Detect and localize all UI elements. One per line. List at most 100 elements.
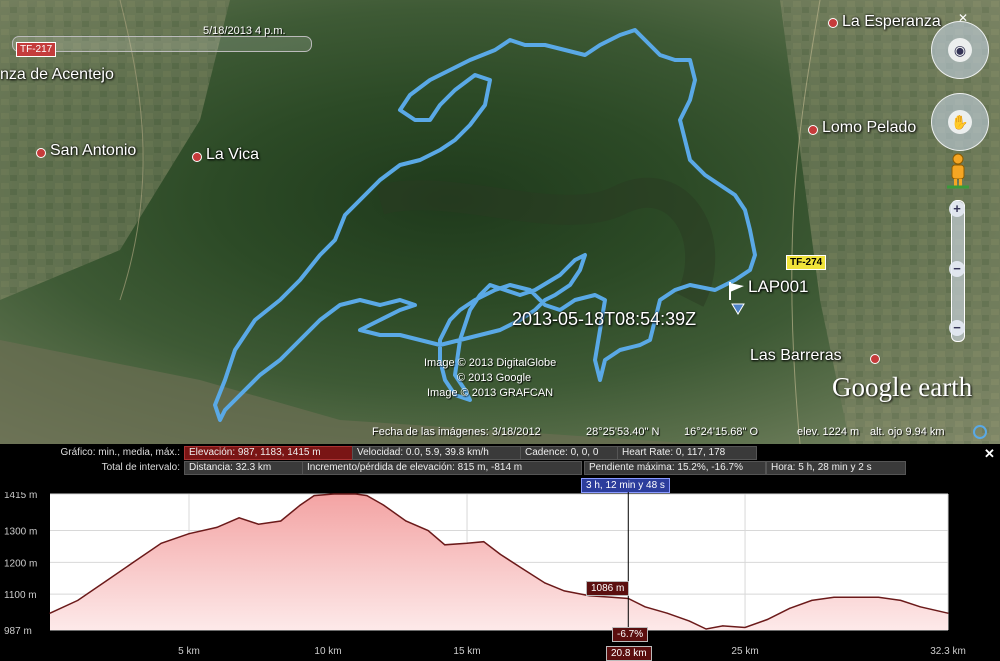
place-pin-icon[interactable] bbox=[828, 18, 838, 28]
y-tick-label: 987 m bbox=[4, 626, 32, 637]
lap-label: LAP001 bbox=[748, 277, 809, 296]
road-shield-tf217: TF-217 bbox=[16, 42, 57, 57]
cursor-elevation-badge: 1086 m bbox=[586, 581, 630, 596]
metric-speed[interactable]: Velocidad: 0.0, 5.9, 39.8 km/h bbox=[352, 446, 522, 460]
x-tick-label: 25 km bbox=[731, 646, 758, 657]
elevation-point bbox=[544, 582, 546, 584]
elevation-point bbox=[722, 625, 724, 627]
loading-status-icon bbox=[973, 425, 987, 439]
place-pin-icon[interactable] bbox=[192, 152, 202, 162]
place-pin-icon[interactable] bbox=[808, 125, 818, 135]
total-max-slope: Pendiente máxima: 15.2%, -16.7% bbox=[584, 461, 766, 475]
elevation-chart[interactable]: 1415 m 1300 m 1200 m 1100 m 987 m 5 km 10 km 15… bbox=[0, 492, 1000, 661]
credit-google: © 2013 Google bbox=[457, 372, 532, 384]
elevation-point bbox=[811, 599, 813, 602]
place-label-lomo-pelado[interactable]: Lomo Pelado bbox=[822, 119, 916, 137]
elevation-point bbox=[280, 520, 282, 522]
elevation-point bbox=[563, 590, 565, 592]
longitude-readout: 16°24'15.68" O bbox=[684, 426, 759, 438]
place-label-las-barreras[interactable]: Las Barreras bbox=[750, 347, 842, 365]
x-tick-label: 15 km bbox=[453, 646, 480, 657]
total-distance: Distancia: 32.3 km bbox=[184, 461, 304, 475]
close-profile-icon[interactable]: ✕ bbox=[984, 446, 995, 462]
y-tick-label: 1100 m bbox=[4, 590, 37, 601]
elevation-point bbox=[766, 618, 768, 621]
cursor-time-badge: 3 h, 12 min y 48 s bbox=[581, 478, 670, 493]
elevation-point bbox=[900, 599, 902, 602]
x-tick-label: 5 km bbox=[178, 646, 200, 657]
metric-elevation[interactable]: Elevación: 987, 1183, 1415 m bbox=[184, 446, 354, 460]
eye-altitude-readout: alt. ojo 9.94 km bbox=[870, 426, 945, 438]
elevation-point bbox=[405, 520, 407, 522]
elevation-point bbox=[366, 494, 368, 497]
place-label-la-esperanza[interactable]: La Esperanza bbox=[842, 13, 941, 31]
latitude-readout: 28°25'53.40" N bbox=[586, 426, 660, 438]
cursor-slope-badge: -6.7% bbox=[612, 627, 649, 642]
place-label-san-antonio[interactable]: San Antonio bbox=[50, 142, 136, 160]
zoom-in-icon[interactable]: + bbox=[949, 201, 965, 217]
zoom-out-icon[interactable]: − bbox=[949, 320, 965, 336]
elevation-point bbox=[855, 596, 857, 598]
lap-flag-icon[interactable] bbox=[726, 280, 748, 316]
move-navigation-ring[interactable]: ✋ bbox=[931, 93, 989, 151]
metric-heart-rate[interactable]: Heart Rate: 0, 117, 178 bbox=[617, 446, 757, 460]
elevation-point bbox=[313, 494, 315, 497]
elevation-point bbox=[238, 517, 240, 519]
elevation-point bbox=[877, 596, 880, 598]
elevation-point bbox=[919, 606, 921, 608]
elevation-point bbox=[483, 541, 485, 543]
elevation-point bbox=[132, 561, 135, 563]
y-tick-label: 1200 m bbox=[4, 558, 37, 569]
metric-cadence[interactable]: Cadence: 0, 0, 0 bbox=[520, 446, 620, 460]
elevation-point bbox=[77, 599, 79, 602]
elevation-point bbox=[444, 544, 446, 546]
elevation-point bbox=[744, 626, 746, 629]
row-label-interval: Total de intervalo: bbox=[101, 462, 180, 473]
zoom-handle[interactable]: − bbox=[949, 261, 965, 277]
cursor-distance-badge: 20.8 km bbox=[606, 646, 652, 661]
street-view-pegman-icon[interactable] bbox=[947, 153, 969, 189]
credit-digitalglobe: Image © 2013 DigitalGlobe bbox=[424, 357, 557, 369]
elevation-profile-panel: ✕ Gráfico: min., media, máx.: Total de i… bbox=[0, 444, 1000, 661]
elevation-point bbox=[466, 542, 468, 544]
elevation-point bbox=[644, 606, 646, 608]
place-pin-icon[interactable] bbox=[870, 354, 880, 364]
hand-icon[interactable]: ✋ bbox=[948, 110, 972, 134]
elevation-point bbox=[257, 523, 260, 525]
elevation-point bbox=[688, 620, 691, 622]
elevation-point bbox=[833, 596, 835, 598]
elevation-point bbox=[160, 542, 162, 544]
total-time: Hora: 5 h, 28 min y 2 s bbox=[766, 461, 906, 475]
elevation-point bbox=[383, 504, 385, 506]
y-tick-label: 1415 m bbox=[4, 492, 37, 501]
place-label-la-vica[interactable]: La Vica bbox=[206, 146, 259, 164]
track-timestamp-label: 2013-05-18T08:54:39Z bbox=[512, 309, 697, 329]
credit-grafcan: Image © 2013 GRAFCAN bbox=[427, 387, 554, 399]
elevation-point bbox=[788, 607, 791, 609]
row-label-graph: Gráfico: min., media, máx.: bbox=[60, 447, 180, 458]
google-earth-logo: Google earth bbox=[832, 372, 973, 402]
elevation-point bbox=[705, 628, 707, 630]
elevation-point bbox=[49, 612, 51, 614]
elevation-point bbox=[299, 504, 301, 506]
close-icon[interactable]: ✕ bbox=[956, 11, 970, 25]
elevation-point bbox=[105, 580, 107, 582]
elevation-point bbox=[332, 493, 335, 495]
elevation-point bbox=[216, 526, 218, 528]
elevation-point bbox=[188, 533, 190, 535]
y-tick-label: 1300 m bbox=[4, 527, 37, 538]
total-elevation-gain: Incremento/pérdida de elevación: 815 m, … bbox=[302, 461, 582, 475]
x-tick-label: 10 km bbox=[314, 646, 341, 657]
elevation-point bbox=[427, 529, 429, 532]
time-slider[interactable]: 5/18/2013 4 p.m. bbox=[12, 25, 312, 52]
elevation-point bbox=[610, 596, 613, 598]
look-navigation-ring[interactable]: ◉ bbox=[931, 21, 989, 79]
elevation-point bbox=[499, 553, 501, 555]
elevation-point bbox=[947, 612, 949, 614]
time-slider-label: 5/18/2013 4 p.m. bbox=[203, 25, 286, 37]
eye-icon[interactable]: ◉ bbox=[948, 38, 972, 62]
place-label-acentejo[interactable]: nza de Acentejo bbox=[0, 66, 114, 84]
place-pin-icon[interactable] bbox=[36, 148, 46, 158]
map-view[interactable]: 5/18/2013 4 p.m. TF-217 nza de Acentejo … bbox=[0, 0, 1000, 444]
road-shield-tf274: TF-274 bbox=[786, 255, 827, 270]
